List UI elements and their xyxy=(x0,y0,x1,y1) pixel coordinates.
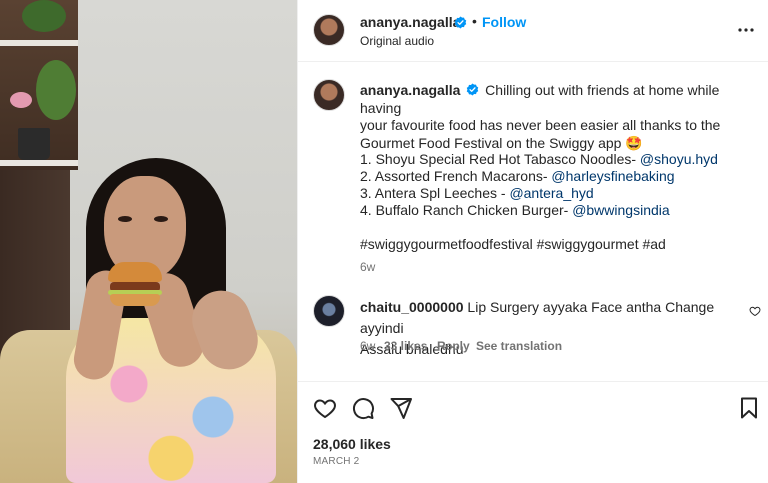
header-separator: • xyxy=(472,13,477,29)
author-username[interactable]: ananya.nagalla xyxy=(360,14,460,30)
photo-shelf-board xyxy=(0,160,78,166)
list-item-text: 4. Buffalo Ranch Chicken Burger- xyxy=(360,202,573,218)
caption-list-item: 4. Buffalo Ranch Chicken Burger- @bwwing… xyxy=(360,202,670,218)
photo-plant xyxy=(22,0,66,32)
comment-likes[interactable]: 33 likes xyxy=(384,339,427,353)
small-heart-icon[interactable] xyxy=(749,305,761,317)
caption-list-item: 3. Antera Spl Leeches - @antera_hyd xyxy=(360,185,594,201)
verified-badge-icon xyxy=(467,83,479,96)
mention-link[interactable]: @bwwingsindia xyxy=(572,202,669,218)
post-header: ananya.nagalla • Follow Original audio xyxy=(298,0,768,62)
heart-icon[interactable] xyxy=(313,396,337,420)
post-photo[interactable] xyxy=(0,0,297,483)
post-side-panel: ananya.nagalla • Follow Original audio a… xyxy=(297,0,768,483)
caption-hashtags[interactable]: #swiggygourmetfoodfestival #swiggygourme… xyxy=(360,236,666,252)
follow-button[interactable]: Follow xyxy=(482,14,526,30)
photo-burger xyxy=(108,262,162,306)
author-avatar[interactable] xyxy=(313,14,345,46)
caption-text: ananya.nagalla Chilling out with friends… xyxy=(360,82,755,152)
verified-badge-icon xyxy=(454,16,467,29)
see-translation-button[interactable]: See translation xyxy=(476,339,562,353)
list-item-text: 3. Antera Spl Leeches - xyxy=(360,185,510,201)
photo-plant xyxy=(36,60,76,120)
comment-username[interactable]: chaitu_0000000 xyxy=(360,299,464,315)
list-item-text: 1. Shoyu Special Red Hot Tabasco Noodles… xyxy=(360,151,640,167)
audio-label[interactable]: Original audio xyxy=(360,34,434,48)
reply-button[interactable]: Reply xyxy=(437,339,470,353)
likes-count[interactable]: 28,060 likes xyxy=(313,436,391,452)
mention-link[interactable]: @antera_hyd xyxy=(509,185,593,201)
post-actions: 28,060 likes MARCH 2 xyxy=(298,381,768,483)
mention-link[interactable]: @harleysfinebaking xyxy=(551,168,674,184)
bookmark-icon[interactable] xyxy=(737,396,761,420)
more-options-icon[interactable] xyxy=(734,18,758,42)
mention-link[interactable]: @shoyu.hyd xyxy=(640,151,718,167)
comment-age[interactable]: 6w xyxy=(360,339,375,353)
burger-bun-bottom xyxy=(110,294,160,306)
comment-icon[interactable] xyxy=(351,396,375,420)
post-date: MARCH 2 xyxy=(313,456,360,467)
instagram-post: ananya.nagalla • Follow Original audio a… xyxy=(0,0,768,483)
caption-list-item: 2. Assorted French Macarons- @harleysfin… xyxy=(360,168,675,184)
caption-list-item: 1. Shoyu Special Red Hot Tabasco Noodles… xyxy=(360,151,718,167)
burger-bun-top xyxy=(108,262,162,282)
list-item-text: 2. Assorted French Macarons- xyxy=(360,168,552,184)
commenter-avatar[interactable] xyxy=(313,295,345,327)
photo-eye xyxy=(118,216,132,222)
photo-flower xyxy=(10,92,32,108)
photo-pot xyxy=(18,128,50,160)
caption-line-2: your favourite food has never been easie… xyxy=(360,117,721,133)
caption-username[interactable]: ananya.nagalla xyxy=(360,82,460,98)
caption-line-3: Gourmet Food Festival on the Swiggy app … xyxy=(360,134,643,151)
photo-eye xyxy=(154,216,168,222)
caption-avatar[interactable] xyxy=(313,79,345,111)
caption-age[interactable]: 6w xyxy=(360,260,375,274)
photo-shelf-board xyxy=(0,40,78,46)
share-icon[interactable] xyxy=(389,396,413,420)
